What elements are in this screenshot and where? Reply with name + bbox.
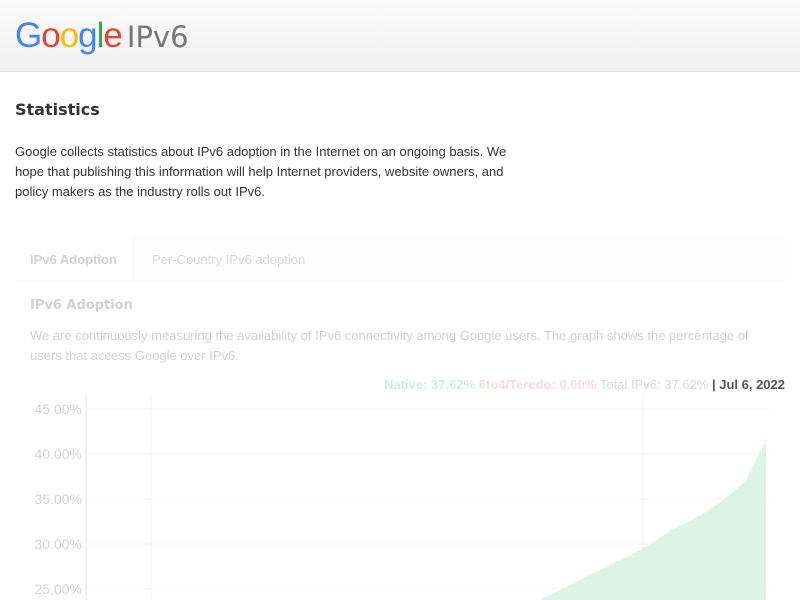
data-point xyxy=(560,587,564,591)
data-point xyxy=(588,574,591,577)
legend-separator: | xyxy=(711,377,716,392)
header-bar: Google IPv6 xyxy=(0,0,800,72)
logo-letter: o xyxy=(59,16,79,55)
data-point xyxy=(669,529,672,532)
data-point xyxy=(724,497,727,501)
data-point xyxy=(642,547,645,550)
intro-text: Google collects statistics about IPv6 ad… xyxy=(15,144,507,199)
y-tick-label: 40.00% xyxy=(35,446,82,462)
panel-description: We are continuously measuring the availa… xyxy=(30,328,749,363)
page-title: Statistics xyxy=(15,100,100,119)
chart-legend: Native: 37.62% 6to4/Teredo: 0.00% Total … xyxy=(384,377,785,392)
y-tick-label: 25.00% xyxy=(35,581,82,597)
logo-letter: G xyxy=(15,16,42,55)
logo-product-name: IPv6 xyxy=(126,20,189,54)
logo-letter: e xyxy=(103,16,122,55)
native-ipv6-area xyxy=(511,440,766,600)
tab-ipv6-adoption[interactable]: IPv6 Adoption xyxy=(15,236,133,280)
legend-native: Native: 37.62% xyxy=(384,377,476,392)
logo-letter: g xyxy=(78,16,97,55)
data-point xyxy=(615,560,618,564)
panel-heading: IPv6 Adoption xyxy=(30,298,133,313)
data-point xyxy=(764,439,768,442)
ipv6-adoption-chart[interactable]: 45.00% 40.00% 35.00% 30.00% 25.00% xyxy=(0,395,800,600)
legend-6to4-teredo: 6to4/Teredo: 0.00% xyxy=(478,377,597,392)
logo-letter: o xyxy=(41,16,60,55)
data-point xyxy=(744,479,747,483)
tab-bar: IPv6 Adoption Per-Country IPv6 adoption xyxy=(15,236,785,281)
main-content: Statistics Google collects statistics ab… xyxy=(15,100,785,199)
tab-per-country-ipv6-adoption[interactable]: Per-Country IPv6 adoption xyxy=(137,236,320,280)
y-tick-label: 45.00% xyxy=(35,401,82,417)
google-ipv6-logo[interactable]: Google IPv6 xyxy=(15,16,189,56)
y-tick-label: 35.00% xyxy=(35,491,82,507)
data-point xyxy=(696,515,700,519)
y-tick-label: 30.00% xyxy=(35,536,82,552)
legend-total-ipv6: Total IPv6: 37.62% xyxy=(599,377,709,392)
legend-date: Jul 6, 2022 xyxy=(719,377,785,392)
google-logo: Google xyxy=(15,16,123,56)
